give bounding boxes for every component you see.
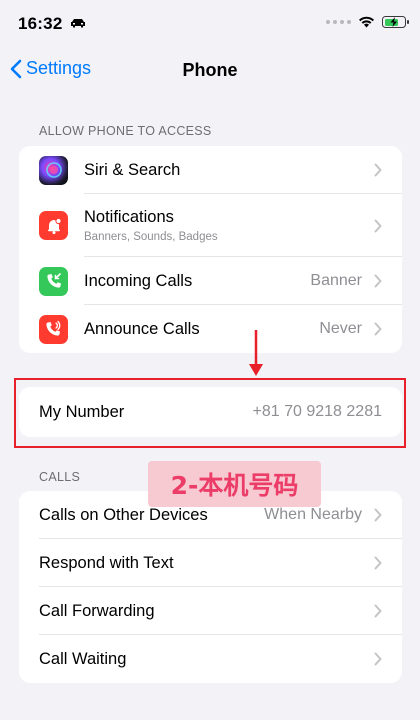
page-title: Phone xyxy=(182,60,238,80)
call-waiting-row[interactable]: Call Waiting xyxy=(19,635,402,683)
annotation-highlight-box xyxy=(14,378,406,448)
notifications-row[interactable]: Notifications Banners, Sounds, Badges xyxy=(19,194,402,257)
announce-calls-label: Announce Calls xyxy=(84,319,200,338)
status-time: 16:32 xyxy=(18,14,63,33)
section-header-calls: CALLS xyxy=(39,470,81,484)
calls-group: Calls on Other Devices When Nearby Respo… xyxy=(19,491,402,683)
annotation-tag: 2-本机号码 xyxy=(148,461,321,507)
incoming-calls-row[interactable]: Incoming Calls Banner xyxy=(19,257,402,305)
annotation-arrow-icon xyxy=(249,330,263,376)
notifications-label: Notifications xyxy=(84,208,174,226)
chevron-right-icon xyxy=(374,274,382,288)
chevron-right-icon xyxy=(374,556,382,570)
incoming-calls-value: Banner xyxy=(310,272,362,289)
announce-calls-icon xyxy=(39,314,68,344)
notifications-icon xyxy=(39,211,68,240)
calls-other-devices-value: When Nearby xyxy=(264,506,362,523)
chevron-right-icon xyxy=(374,322,382,336)
signal-icon xyxy=(326,20,351,24)
car-icon xyxy=(71,19,85,28)
chevron-right-icon xyxy=(374,219,382,232)
announce-calls-value: Never xyxy=(319,320,362,337)
call-forwarding-label: Call Forwarding xyxy=(39,601,155,620)
status-bar: 16:32 xyxy=(0,0,420,48)
chevron-right-icon xyxy=(374,163,382,177)
incoming-calls-label: Incoming Calls xyxy=(84,271,193,290)
announce-calls-row[interactable]: Announce Calls Never xyxy=(19,305,402,353)
chevron-right-icon xyxy=(374,652,382,666)
calls-other-devices-label: Calls on Other Devices xyxy=(39,505,208,524)
siri-search-row[interactable]: Siri & Search xyxy=(19,146,402,194)
notifications-sublabel: Banners, Sounds, Badges xyxy=(84,231,218,243)
battery-icon xyxy=(382,16,409,28)
navigation-bar: Settings Phone xyxy=(0,52,420,88)
chevron-right-icon xyxy=(374,508,382,522)
call-forwarding-row[interactable]: Call Forwarding xyxy=(19,587,402,635)
wifi-icon xyxy=(359,16,374,28)
siri-icon xyxy=(39,155,68,185)
respond-with-text-label: Respond with Text xyxy=(39,553,174,572)
incoming-calls-icon xyxy=(39,266,68,296)
section-header-access: ALLOW PHONE TO ACCESS xyxy=(39,124,212,138)
call-waiting-label: Call Waiting xyxy=(39,649,127,668)
chevron-right-icon xyxy=(374,604,382,618)
respond-with-text-row[interactable]: Respond with Text xyxy=(19,539,402,587)
access-group: Siri & Search Notifications Banners, Sou… xyxy=(19,146,402,353)
siri-search-label: Siri & Search xyxy=(84,160,181,179)
